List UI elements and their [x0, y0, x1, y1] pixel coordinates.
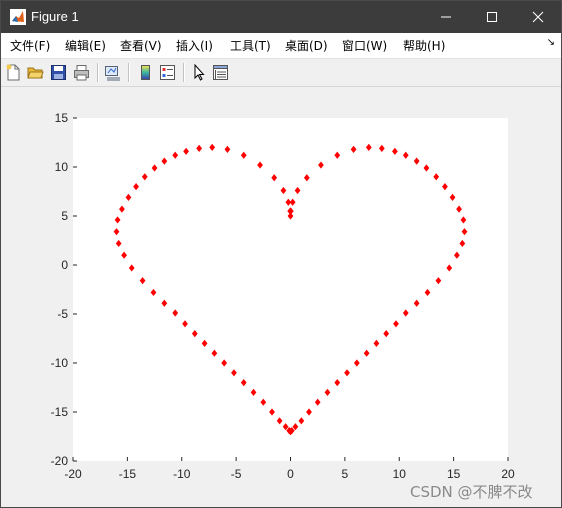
new-figure-icon[interactable] [5, 64, 22, 81]
x-tick-label: -20 [64, 467, 82, 481]
window-title: Figure 1 [31, 9, 79, 24]
x-tick-label: -10 [173, 467, 191, 481]
close-button[interactable] [515, 1, 561, 33]
insert-colorbar-icon[interactable] [137, 64, 154, 81]
open-file-icon[interactable] [27, 64, 44, 81]
menu-help[interactable]: 帮助(H) [403, 37, 445, 54]
link-plot-icon[interactable] [104, 64, 121, 81]
toolbar-separator [128, 63, 130, 82]
y-tick-label: 15 [55, 111, 69, 125]
toolbar-separator [183, 63, 185, 82]
menu-insert[interactable]: 插入(I) [176, 37, 213, 54]
title-bar[interactable]: Figure 1 [1, 1, 561, 33]
print-icon[interactable] [73, 64, 90, 81]
axes-background [73, 118, 508, 461]
minimize-icon [441, 16, 451, 18]
property-inspector-icon[interactable] [212, 64, 229, 81]
edit-plot-icon[interactable] [191, 63, 208, 81]
y-tick-label: 5 [61, 209, 68, 223]
y-tick-label: 0 [61, 258, 68, 272]
y-tick-label: -10 [51, 356, 69, 370]
menu-bar: 文件(F) 编辑(E) 查看(V) 插入(I) 工具(T) 桌面(D) 窗口(W… [1, 33, 561, 59]
y-tick-label: -5 [57, 307, 68, 321]
x-tick-label: 0 [287, 467, 294, 481]
maximize-button[interactable] [469, 1, 515, 33]
x-tick-label: 5 [342, 467, 349, 481]
y-tick-label: 10 [55, 160, 69, 174]
plot-axes[interactable]: -20 -15 -10 -5 0 5 10 15 20 -20 -15 -10 -5 0 5 10 15 [0, 86, 560, 506]
watermark: CSDN @不脾不改 [410, 483, 533, 501]
menu-window[interactable]: 窗口(W) [342, 37, 387, 54]
x-tick-label: 15 [447, 467, 461, 481]
x-tick-label: 20 [501, 467, 515, 481]
toolbar-separator [97, 63, 99, 82]
y-tick-label: -15 [51, 405, 69, 419]
menu-overflow-icon[interactable]: ↘ [547, 37, 555, 48]
maximize-icon [487, 12, 497, 22]
minimize-button[interactable] [423, 1, 469, 33]
x-tick-label: -15 [119, 467, 137, 481]
x-tick-label: 10 [393, 467, 407, 481]
figure-toolbar [1, 59, 561, 87]
menu-edit[interactable]: 编辑(E) [65, 37, 106, 54]
matlab-logo-icon [10, 9, 26, 25]
close-icon [532, 11, 544, 23]
menu-tools[interactable]: 工具(T) [230, 37, 271, 54]
save-icon[interactable] [50, 64, 67, 81]
x-tick-label: -5 [231, 467, 242, 481]
insert-legend-icon[interactable] [159, 64, 176, 81]
menu-view[interactable]: 查看(V) [120, 37, 162, 54]
y-tick-label: -20 [51, 454, 69, 468]
menu-desktop[interactable]: 桌面(D) [285, 37, 328, 54]
menu-file[interactable]: 文件(F) [10, 37, 50, 54]
